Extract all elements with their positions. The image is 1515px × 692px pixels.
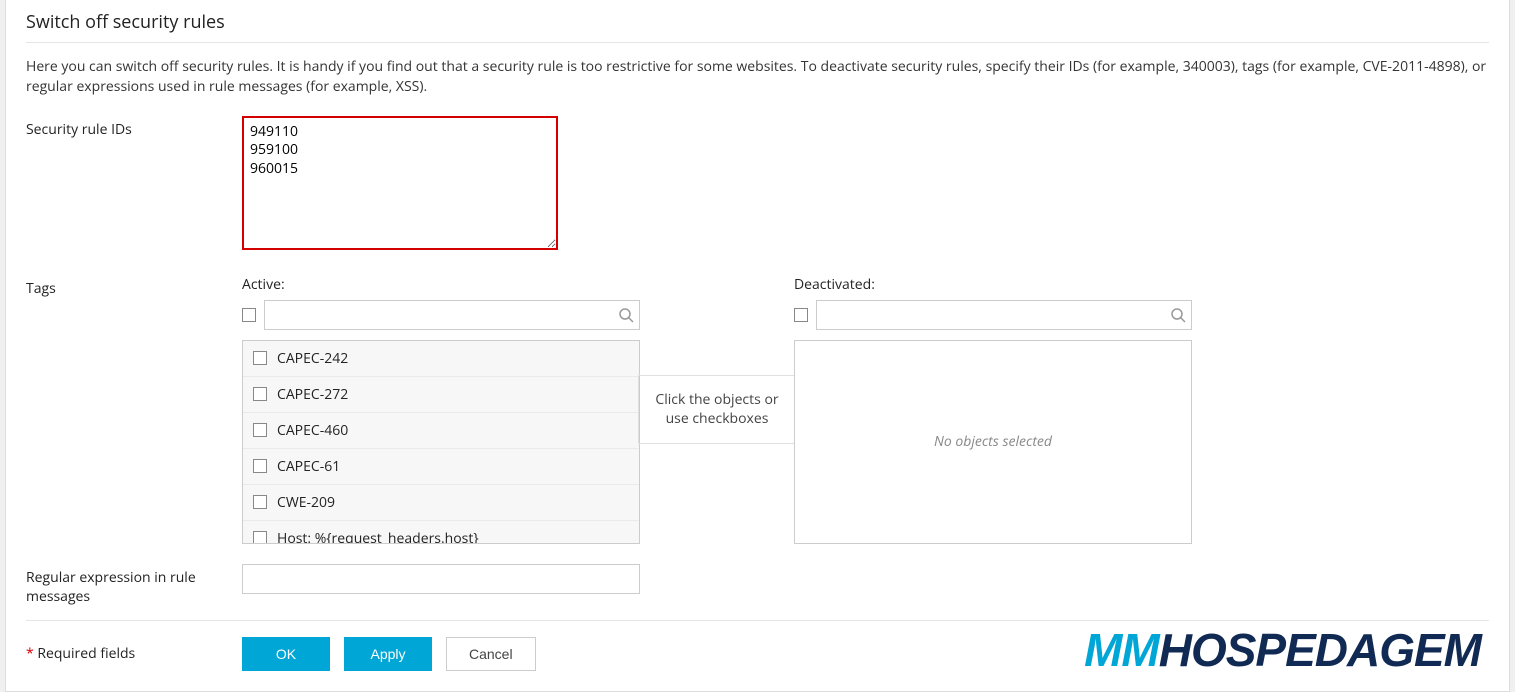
deactivated-tags-list[interactable]: No objects selected bbox=[794, 340, 1192, 544]
list-item[interactable]: CAPEC-61 bbox=[243, 449, 639, 485]
brand-mm: MM bbox=[1084, 624, 1159, 676]
active-search-input[interactable] bbox=[264, 300, 640, 330]
item-checkbox[interactable] bbox=[253, 351, 267, 365]
deactivated-label: Deactivated: bbox=[794, 275, 1192, 294]
item-label: CAPEC-242 bbox=[277, 349, 348, 368]
regex-input[interactable] bbox=[242, 564, 640, 594]
list-item[interactable]: CWE-209 bbox=[243, 485, 639, 521]
list-item[interactable]: CAPEC-242 bbox=[243, 341, 639, 377]
active-tags-list[interactable]: CAPEC-242 CAPEC-272 CAPEC-460 CAPEC bbox=[242, 340, 640, 544]
deactivated-select-all-checkbox[interactable] bbox=[794, 308, 808, 322]
item-label: CAPEC-460 bbox=[277, 421, 348, 440]
item-label: Host: %{request_headers.host} bbox=[277, 529, 479, 544]
regex-row: Regular expression in rule messages bbox=[26, 564, 1489, 606]
list-item[interactable]: CAPEC-272 bbox=[243, 377, 639, 413]
item-label: CAPEC-61 bbox=[277, 457, 340, 476]
rule-ids-label: Security rule IDs bbox=[26, 116, 242, 139]
required-fields-note: * Required fields bbox=[26, 644, 242, 663]
list-item[interactable]: CAPEC-460 bbox=[243, 413, 639, 449]
section-title: Switch off security rules bbox=[26, 10, 1489, 43]
ok-button[interactable]: OK bbox=[242, 637, 330, 671]
item-label: CAPEC-272 bbox=[277, 385, 348, 404]
item-checkbox[interactable] bbox=[253, 387, 267, 401]
picker-hint-text: Click the objects or use checkboxes bbox=[638, 375, 796, 444]
brand-rest: HOSPEDAGEM bbox=[1159, 624, 1481, 676]
list-item[interactable]: Host: %{request_headers.host} bbox=[243, 521, 639, 544]
cancel-button[interactable]: Cancel bbox=[446, 637, 536, 671]
required-asterisk: * bbox=[26, 644, 34, 663]
item-checkbox[interactable] bbox=[253, 459, 267, 473]
active-select-all-checkbox[interactable] bbox=[242, 308, 256, 322]
tags-row: Tags Active: bbox=[26, 275, 1489, 544]
regex-label: Regular expression in rule messages bbox=[26, 564, 242, 606]
apply-button[interactable]: Apply bbox=[344, 637, 432, 671]
item-checkbox[interactable] bbox=[253, 495, 267, 509]
picker-hint: Click the objects or use checkboxes bbox=[638, 375, 796, 444]
brand-logo: MMHOSPEDAGEM bbox=[1084, 627, 1481, 673]
rule-ids-row: Security rule IDs bbox=[26, 116, 1489, 255]
active-label: Active: bbox=[242, 275, 640, 294]
deactivated-tags-column: Deactivated: No objects selected bbox=[794, 275, 1192, 544]
item-checkbox[interactable] bbox=[253, 423, 267, 437]
rule-ids-textarea[interactable] bbox=[242, 116, 558, 250]
deactivated-search-input[interactable] bbox=[816, 300, 1192, 330]
switch-off-security-rules-panel: Switch off security rules Here you can s… bbox=[5, 0, 1510, 692]
tags-label: Tags bbox=[26, 275, 242, 298]
item-label: CWE-209 bbox=[277, 493, 335, 512]
active-tags-column: Active: CAPEC-242 bbox=[242, 275, 640, 544]
empty-text: No objects selected bbox=[934, 432, 1052, 451]
required-fields-label: Required fields bbox=[37, 644, 135, 663]
section-description: Here you can switch off security rules. … bbox=[26, 57, 1489, 98]
item-checkbox[interactable] bbox=[253, 531, 267, 544]
